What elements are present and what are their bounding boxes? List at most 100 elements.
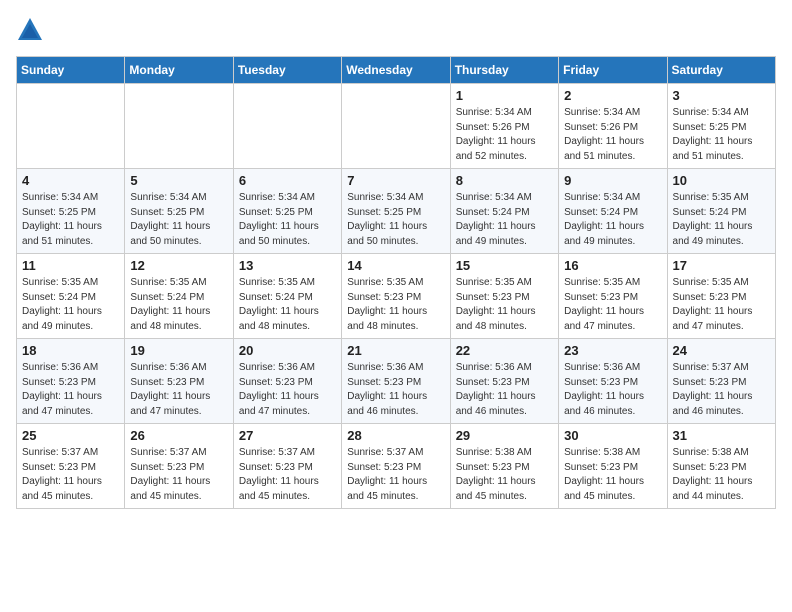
day-info: Sunrise: 5:37 AM Sunset: 5:23 PM Dayligh… bbox=[239, 446, 336, 504]
calendar-week-1: 1 Sunrise: 5:34 AM Sunset: 5:26 PM Daylig… bbox=[17, 84, 776, 169]
day-info: Sunrise: 5:38 AM Sunset: 5:23 PM Dayligh… bbox=[673, 446, 770, 504]
day-number: 25 bbox=[22, 428, 119, 443]
day-number: 2 bbox=[564, 88, 661, 103]
calendar-cell bbox=[233, 84, 341, 169]
calendar-cell: 16 Sunrise: 5:35 AM Sunset: 5:23 PM Dayli… bbox=[559, 254, 667, 339]
day-info: Sunrise: 5:35 AM Sunset: 5:24 PM Dayligh… bbox=[673, 191, 770, 249]
weekday-row: SundayMondayTuesdayWednesdayThursdayFrid… bbox=[17, 57, 776, 84]
day-info: Sunrise: 5:34 AM Sunset: 5:25 PM Dayligh… bbox=[130, 191, 227, 249]
day-number: 20 bbox=[239, 343, 336, 358]
day-info: Sunrise: 5:34 AM Sunset: 5:26 PM Dayligh… bbox=[564, 106, 661, 164]
calendar-cell: 3 Sunrise: 5:34 AM Sunset: 5:25 PM Daylig… bbox=[667, 84, 775, 169]
logo bbox=[16, 16, 48, 44]
calendar-cell: 9 Sunrise: 5:34 AM Sunset: 5:24 PM Daylig… bbox=[559, 169, 667, 254]
day-info: Sunrise: 5:37 AM Sunset: 5:23 PM Dayligh… bbox=[22, 446, 119, 504]
day-info: Sunrise: 5:36 AM Sunset: 5:23 PM Dayligh… bbox=[239, 361, 336, 419]
day-number: 17 bbox=[673, 258, 770, 273]
day-number: 6 bbox=[239, 173, 336, 188]
calendar-cell bbox=[125, 84, 233, 169]
calendar-cell: 31 Sunrise: 5:38 AM Sunset: 5:23 PM Dayli… bbox=[667, 424, 775, 509]
day-number: 31 bbox=[673, 428, 770, 443]
day-info: Sunrise: 5:35 AM Sunset: 5:24 PM Dayligh… bbox=[239, 276, 336, 334]
day-number: 5 bbox=[130, 173, 227, 188]
weekday-header-wednesday: Wednesday bbox=[342, 57, 450, 84]
calendar-cell: 10 Sunrise: 5:35 AM Sunset: 5:24 PM Dayli… bbox=[667, 169, 775, 254]
day-number: 15 bbox=[456, 258, 553, 273]
page-header bbox=[16, 16, 776, 44]
day-info: Sunrise: 5:35 AM Sunset: 5:24 PM Dayligh… bbox=[130, 276, 227, 334]
day-number: 23 bbox=[564, 343, 661, 358]
calendar-cell: 5 Sunrise: 5:34 AM Sunset: 5:25 PM Daylig… bbox=[125, 169, 233, 254]
day-info: Sunrise: 5:35 AM Sunset: 5:23 PM Dayligh… bbox=[673, 276, 770, 334]
weekday-header-sunday: Sunday bbox=[17, 57, 125, 84]
day-number: 16 bbox=[564, 258, 661, 273]
day-info: Sunrise: 5:34 AM Sunset: 5:25 PM Dayligh… bbox=[673, 106, 770, 164]
calendar-cell: 30 Sunrise: 5:38 AM Sunset: 5:23 PM Dayli… bbox=[559, 424, 667, 509]
day-number: 28 bbox=[347, 428, 444, 443]
day-number: 7 bbox=[347, 173, 444, 188]
day-number: 21 bbox=[347, 343, 444, 358]
weekday-header-tuesday: Tuesday bbox=[233, 57, 341, 84]
day-info: Sunrise: 5:34 AM Sunset: 5:25 PM Dayligh… bbox=[347, 191, 444, 249]
day-number: 22 bbox=[456, 343, 553, 358]
calendar-cell: 15 Sunrise: 5:35 AM Sunset: 5:23 PM Dayli… bbox=[450, 254, 558, 339]
day-info: Sunrise: 5:37 AM Sunset: 5:23 PM Dayligh… bbox=[347, 446, 444, 504]
day-number: 24 bbox=[673, 343, 770, 358]
calendar-cell: 18Sunrise: 5:36 AM Sunset: 5:23 PM Dayli… bbox=[17, 339, 125, 424]
day-number: 1 bbox=[456, 88, 553, 103]
day-info: Sunrise: 5:35 AM Sunset: 5:23 PM Dayligh… bbox=[564, 276, 661, 334]
day-info: Sunrise: 5:34 AM Sunset: 5:24 PM Dayligh… bbox=[564, 191, 661, 249]
day-number: 30 bbox=[564, 428, 661, 443]
day-info: Sunrise: 5:38 AM Sunset: 5:23 PM Dayligh… bbox=[456, 446, 553, 504]
day-number: 19 bbox=[130, 343, 227, 358]
calendar-cell: 23 Sunrise: 5:36 AM Sunset: 5:23 PM Dayli… bbox=[559, 339, 667, 424]
calendar-cell: 1Sunrise: 5:34 AM Sunset: 5:26 PM Daylig… bbox=[450, 84, 558, 169]
calendar-cell: 19 Sunrise: 5:36 AM Sunset: 5:23 PM Dayli… bbox=[125, 339, 233, 424]
calendar-cell: 11Sunrise: 5:35 AM Sunset: 5:24 PM Dayli… bbox=[17, 254, 125, 339]
calendar-cell: 25 Sunrise: 5:37 AM Sunset: 5:23 PM Dayli… bbox=[17, 424, 125, 509]
day-number: 14 bbox=[347, 258, 444, 273]
weekday-header-monday: Monday bbox=[125, 57, 233, 84]
day-number: 10 bbox=[673, 173, 770, 188]
calendar-cell: 27 Sunrise: 5:37 AM Sunset: 5:23 PM Dayli… bbox=[233, 424, 341, 509]
calendar-week-5: 25 Sunrise: 5:37 AM Sunset: 5:23 PM Dayli… bbox=[17, 424, 776, 509]
day-number: 3 bbox=[673, 88, 770, 103]
calendar-cell: 29 Sunrise: 5:38 AM Sunset: 5:23 PM Dayli… bbox=[450, 424, 558, 509]
day-info: Sunrise: 5:38 AM Sunset: 5:23 PM Dayligh… bbox=[564, 446, 661, 504]
day-number: 8 bbox=[456, 173, 553, 188]
calendar-cell: 21Sunrise: 5:36 AM Sunset: 5:23 PM Dayli… bbox=[342, 339, 450, 424]
day-number: 11 bbox=[22, 258, 119, 273]
calendar-week-2: 4Sunrise: 5:34 AM Sunset: 5:25 PM Daylig… bbox=[17, 169, 776, 254]
day-info: Sunrise: 5:35 AM Sunset: 5:23 PM Dayligh… bbox=[456, 276, 553, 334]
calendar-header: SundayMondayTuesdayWednesdayThursdayFrid… bbox=[17, 57, 776, 84]
day-number: 29 bbox=[456, 428, 553, 443]
calendar-week-3: 11 Sunrise: 5:35 AM Sunset: 5:24 PM Dayli… bbox=[17, 254, 776, 339]
day-number: 27 bbox=[239, 428, 336, 443]
calendar-cell bbox=[342, 84, 450, 169]
calendar-cell: 24Sunrise: 5:37 AM Sunset: 5:23 PM Dayli… bbox=[667, 339, 775, 424]
calendar-table: SundayMondayTuesdayWednesdayThursdayFrid… bbox=[16, 56, 776, 509]
weekday-header-friday: Friday bbox=[559, 57, 667, 84]
calendar-cell: 17 Sunrise: 5:35 AM Sunset: 5:23 PM Dayli… bbox=[667, 254, 775, 339]
day-info: Sunrise: 5:34 AM Sunset: 5:25 PM Dayligh… bbox=[239, 191, 336, 249]
weekday-header-thursday: Thursday bbox=[450, 57, 558, 84]
day-number: 12 bbox=[130, 258, 227, 273]
weekday-header-saturday: Saturday bbox=[667, 57, 775, 84]
calendar-cell: 28 Sunrise: 5:37 AM Sunset: 5:23 PM Dayli… bbox=[342, 424, 450, 509]
day-info: Sunrise: 5:36 AM Sunset: 5:23 PM Dayligh… bbox=[564, 361, 661, 419]
calendar-cell: 4Sunrise: 5:34 AM Sunset: 5:25 PM Daylig… bbox=[17, 169, 125, 254]
calendar-cell: 14Sunrise: 5:35 AM Sunset: 5:23 PM Dayli… bbox=[342, 254, 450, 339]
calendar-cell: 2 Sunrise: 5:34 AM Sunset: 5:26 PM Daylig… bbox=[559, 84, 667, 169]
day-number: 9 bbox=[564, 173, 661, 188]
day-info: Sunrise: 5:36 AM Sunset: 5:23 PM Dayligh… bbox=[456, 361, 553, 419]
day-number: 26 bbox=[130, 428, 227, 443]
day-number: 18 bbox=[22, 343, 119, 358]
calendar-cell bbox=[17, 84, 125, 169]
day-info: Sunrise: 5:37 AM Sunset: 5:23 PM Dayligh… bbox=[130, 446, 227, 504]
calendar-body: 1 Sunrise: 5:34 AM Sunset: 5:26 PM Daylig… bbox=[17, 84, 776, 509]
calendar-cell: 22 Sunrise: 5:36 AM Sunset: 5:23 PM Dayli… bbox=[450, 339, 558, 424]
day-info: Sunrise: 5:36 AM Sunset: 5:23 PM Dayligh… bbox=[130, 361, 227, 419]
calendar-cell: 8Sunrise: 5:34 AM Sunset: 5:24 PM Daylig… bbox=[450, 169, 558, 254]
calendar-cell: 13Sunrise: 5:35 AM Sunset: 5:24 PM Dayli… bbox=[233, 254, 341, 339]
calendar-week-4: 18 Sunrise: 5:36 AM Sunset: 5:23 PM Dayli… bbox=[17, 339, 776, 424]
